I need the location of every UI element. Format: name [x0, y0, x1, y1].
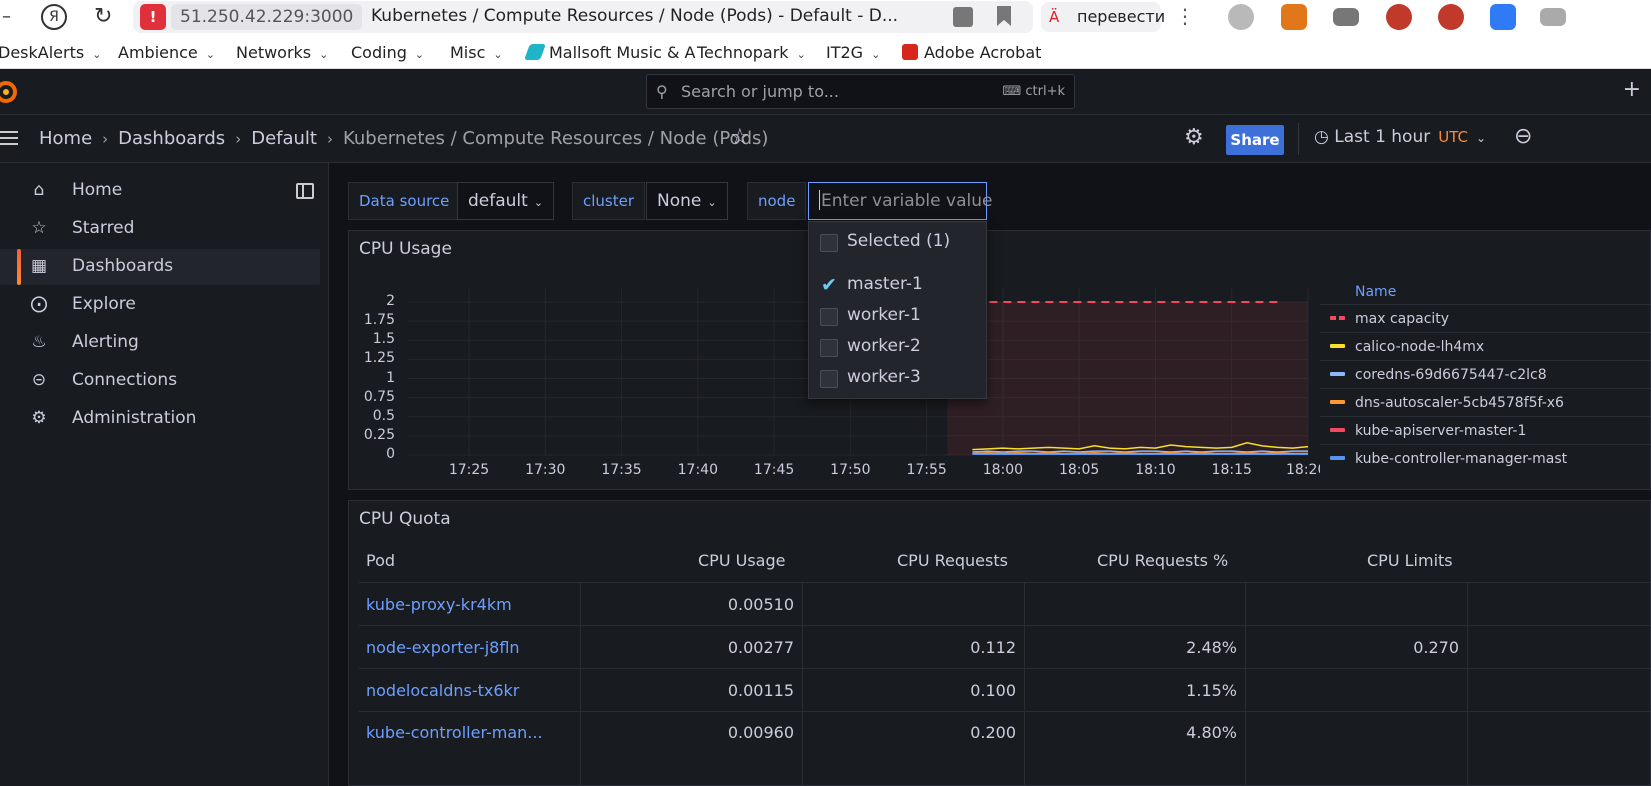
y-tick-label: 1.75	[363, 312, 395, 329]
table-cell: 0.112	[970, 638, 1016, 657]
legend-item[interactable]: coredns-69d6675447-c2lc8	[1330, 361, 1547, 389]
table-cell: 0.00960	[727, 723, 794, 742]
column-header-cpu-usage[interactable]: CPU Usage	[698, 551, 785, 570]
x-tick-label: 17:25	[448, 462, 490, 478]
column-header-cpu-requests-pct[interactable]: CPU Requests %	[1097, 551, 1228, 570]
legend-item[interactable]: calico-node-lh4mx	[1330, 333, 1484, 361]
legend-label: coredns-69d6675447-c2lc8	[1355, 367, 1547, 383]
table-cell: 0.270	[1413, 638, 1459, 657]
checkbox[interactable]	[820, 234, 838, 252]
row-divider	[359, 582, 1651, 583]
option-label: master-1	[847, 274, 923, 294]
column-header-cpu-requests[interactable]: CPU Requests	[897, 551, 1008, 570]
checkbox[interactable]	[820, 308, 838, 326]
table-row-pod-link[interactable]: node-exporter-j8fln	[366, 638, 520, 657]
y-tick-label: 1	[386, 369, 395, 386]
table-row-pod-link[interactable]: kube-proxy-kr4km	[366, 595, 512, 614]
panel-title: CPU Quota	[359, 509, 451, 529]
option-label: worker-2	[847, 336, 921, 356]
table-cell: 1.15%	[1186, 681, 1237, 700]
table-cell: 0.00277	[727, 638, 794, 657]
y-tick-label: 0	[386, 446, 395, 462]
series-line	[972, 450, 1308, 453]
node-option-worker-2[interactable]: worker-2	[809, 333, 986, 363]
column-header-cpu-limits[interactable]: CPU Limits	[1367, 551, 1453, 570]
legend-swatch	[1330, 400, 1345, 404]
x-tick-label: 17:50	[830, 462, 871, 478]
column-divider	[802, 583, 803, 786]
x-tick-label: 17:40	[677, 462, 718, 478]
table-row-pod-link[interactable]: kube-controller-man...	[366, 723, 543, 742]
y-tick-label: 1.25	[363, 350, 395, 367]
column-header-pod[interactable]: Pod	[366, 551, 395, 570]
legend-swatch	[1330, 456, 1345, 460]
x-tick-label: 18:00	[982, 462, 1024, 478]
legend-divider	[1320, 304, 1651, 305]
legend-divider	[1320, 444, 1651, 445]
select-all-option[interactable]: Selected (1)	[809, 228, 986, 258]
legend-divider	[1320, 388, 1651, 389]
table-cell: 0.100	[970, 681, 1016, 700]
x-tick-label: 17:35	[601, 462, 642, 478]
column-divider	[580, 583, 581, 786]
legend-swatch	[1330, 344, 1345, 348]
checkbox-checked[interactable]	[820, 274, 838, 296]
x-tick-label: 17:30	[525, 462, 566, 478]
column-divider	[1245, 583, 1246, 786]
x-tick-label: 18:05	[1058, 462, 1100, 478]
checkbox[interactable]	[820, 339, 838, 357]
row-divider	[359, 668, 1651, 669]
node-option-worker-3[interactable]: worker-3	[809, 364, 986, 394]
x-tick-label: 17:55	[906, 462, 947, 478]
series-line	[972, 451, 1308, 455]
legend-swatch	[1330, 316, 1345, 320]
option-label: Selected (1)	[847, 231, 951, 251]
option-label: worker-3	[847, 367, 921, 387]
x-tick-label: 18:10	[1135, 462, 1176, 478]
legend-label: kube-apiserver-master-1	[1355, 423, 1527, 439]
legend-item[interactable]: dns-autoscaler-5cb4578f5f-x6	[1330, 389, 1564, 417]
table-cell: 2.48%	[1186, 638, 1237, 657]
max-capacity-area	[947, 302, 1308, 455]
y-tick-label: 2	[386, 293, 395, 309]
legend-item[interactable]: kube-apiserver-master-1	[1330, 417, 1526, 445]
table-row-pod-link[interactable]: nodelocaldns-tx6kr	[366, 681, 519, 700]
node-dropdown: Selected (1) master-1 worker-1 worker-2 …	[808, 221, 987, 399]
table-cell: 0.00115	[727, 681, 794, 700]
legend-divider	[1320, 332, 1651, 333]
table-cell: 4.80%	[1186, 723, 1237, 742]
column-divider	[1467, 583, 1468, 786]
legend-swatch	[1330, 428, 1345, 432]
x-tick-label: 18:20	[1286, 462, 1320, 478]
legend-divider	[1320, 360, 1651, 361]
table-cell: 0.200	[970, 723, 1016, 742]
legend-label: dns-autoscaler-5cb4578f5f-x6	[1355, 395, 1564, 411]
legend-label: max capacity	[1355, 311, 1450, 327]
legend-item[interactable]: kube-controller-manager-mast	[1330, 445, 1567, 473]
option-label: worker-1	[847, 305, 921, 325]
y-tick-label: 0.25	[363, 426, 395, 443]
checkbox[interactable]	[820, 370, 838, 388]
legend-header: Name	[1355, 284, 1397, 300]
column-divider	[1024, 583, 1025, 786]
node-option-worker-1[interactable]: worker-1	[809, 302, 986, 332]
legend-divider	[1320, 416, 1651, 417]
legend-label: kube-controller-manager-mast	[1355, 451, 1568, 467]
legend-label: calico-node-lh4mx	[1355, 339, 1485, 355]
node-option-master-1[interactable]: master-1	[809, 271, 986, 301]
x-tick-label: 18:15	[1211, 462, 1252, 478]
legend-item[interactable]: max capacity	[1330, 305, 1449, 333]
y-tick-label: 0.75	[363, 388, 395, 405]
table-cell: 0.00510	[727, 595, 794, 614]
x-tick-label: 17:45	[753, 462, 795, 478]
y-tick-label: 0.5	[372, 407, 395, 424]
row-divider	[359, 625, 1651, 626]
y-tick-label: 1.5	[372, 331, 395, 348]
row-divider	[359, 711, 1651, 712]
legend-swatch	[1330, 372, 1345, 376]
